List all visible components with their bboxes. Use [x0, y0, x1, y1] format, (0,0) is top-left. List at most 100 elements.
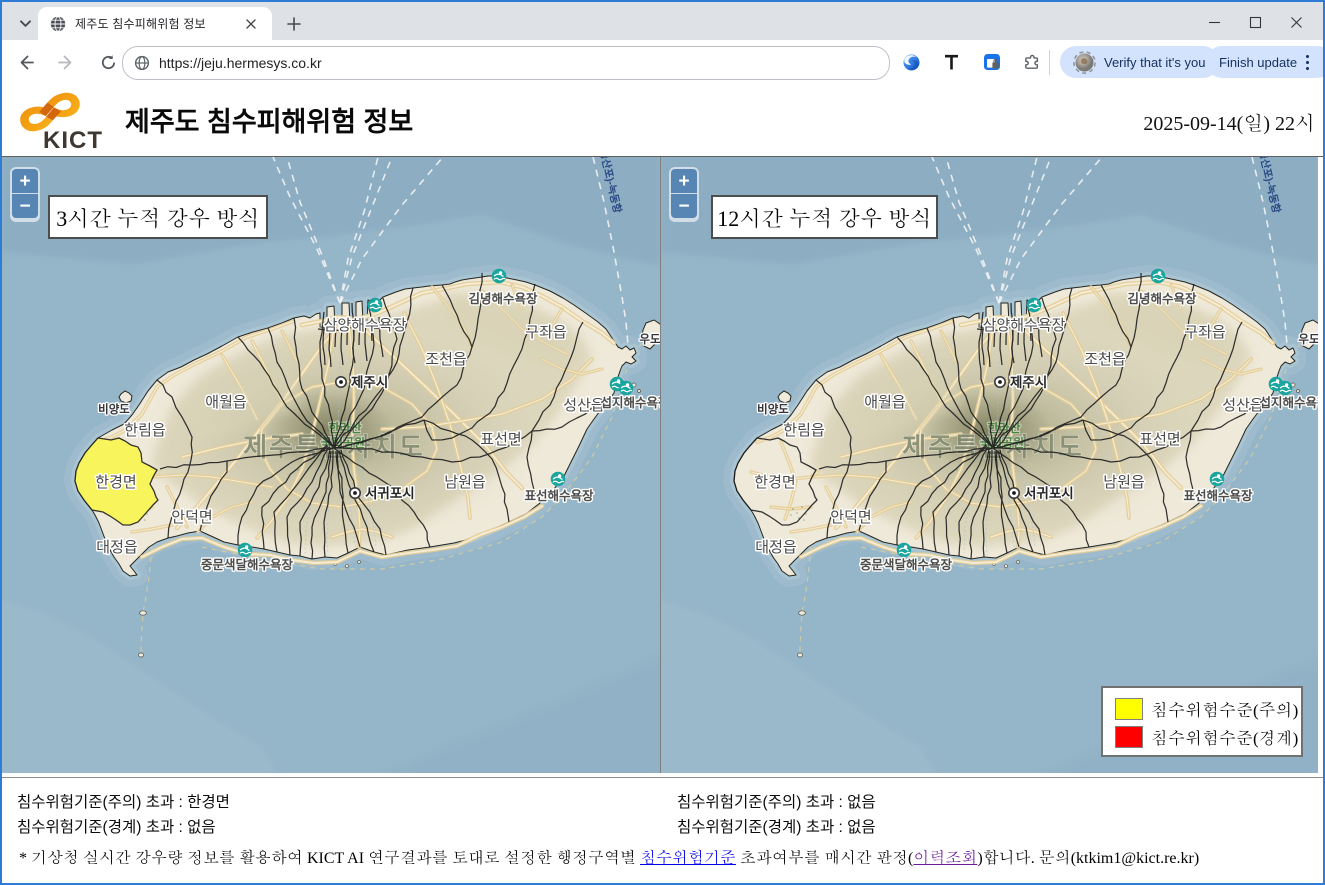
extension-swirl-icon[interactable]: [902, 53, 921, 72]
svg-text:KICT: KICT: [43, 127, 103, 154]
legend-swatch-warning: [1115, 698, 1143, 720]
reload-button-icon[interactable]: [95, 50, 121, 76]
profile-button[interactable]: Verify that it's you: [1060, 46, 1219, 78]
history-link[interactable]: 이력조회: [913, 850, 977, 867]
jeju-map-12hour[interactable]: (성산포)-녹동항 제주특별자치도한라산국립공원한림읍애월읍한경면대정읍안덕면조…: [661, 157, 1318, 773]
browser-tab[interactable]: 제주도 침수피해위험 정보: [38, 7, 272, 40]
district-label: 구좌읍: [525, 324, 566, 341]
map-panel-3hour[interactable]: (성산포)-녹동항 제주특별자치도한라산국립공원한림읍애월읍한경면대정읍안덕면조…: [2, 157, 660, 773]
district-label: 한경면: [754, 474, 795, 491]
back-button-icon[interactable]: [12, 50, 38, 76]
address-bar[interactable]: https://jeju.hermesys.co.kr: [122, 46, 890, 80]
zoom-control: + −: [669, 167, 699, 222]
beach-marker-icon: [1278, 381, 1293, 396]
district-label: 조천읍: [1084, 351, 1125, 368]
finish-update-button[interactable]: Finish update: [1206, 46, 1325, 78]
district-label: 성산읍: [1222, 397, 1263, 414]
island-label: 우도: [639, 333, 660, 346]
beach-marker-icon: [1151, 269, 1166, 284]
district-label: 조천읍: [425, 351, 466, 368]
beach-marker-icon: [238, 543, 253, 558]
tab-close-icon[interactable]: [243, 16, 259, 32]
island-label: 비양도: [757, 402, 789, 416]
legend-label-alert: 침수위험수준(경계): [1151, 725, 1298, 749]
beach-label: 중문색달해수욕장: [860, 557, 953, 572]
tab-search-chevron-icon[interactable]: [12, 10, 39, 37]
beach-label: 표선해수욕장: [524, 488, 594, 503]
status-line: 침수위험기준(주의) 초과 : 한경면: [17, 790, 662, 815]
zoom-out-button[interactable]: −: [12, 194, 38, 218]
city-marker-icon: [995, 377, 1005, 387]
district-label: 대정읍: [96, 539, 137, 556]
map-panel-12hour[interactable]: (성산포)-녹동항 제주특별자치도한라산국립공원한림읍애월읍한경면대정읍안덕면조…: [661, 157, 1318, 773]
finish-update-label: Finish update: [1219, 55, 1297, 70]
browser-toolbar: https://jeju.hermesys.co.kr: [2, 40, 1323, 86]
district-label: 표선면: [1139, 431, 1180, 448]
city-marker-icon: [1009, 488, 1019, 498]
beach-label: 표선해수욕장: [1183, 488, 1253, 503]
zoom-in-button[interactable]: +: [671, 169, 697, 194]
status-right: 침수위험기준(주의) 초과 : 없음 침수위험기준(경계) 초과 : 없음: [662, 790, 1322, 840]
beach-label: 김녕해수욕장: [1127, 291, 1197, 306]
flood-criteria-link[interactable]: 침수위험기준: [640, 850, 736, 867]
footer-text: 초과여부를 매시간 판정(: [736, 850, 913, 867]
beach-marker-icon: [368, 298, 383, 313]
zoom-out-button[interactable]: −: [671, 194, 697, 218]
url-text[interactable]: https://jeju.hermesys.co.kr: [159, 55, 322, 71]
status-line: 침수위험기준(경계) 초과 : 없음: [17, 815, 662, 840]
window-maximize-icon[interactable]: [1249, 16, 1262, 29]
window-controls: [1208, 4, 1315, 40]
city-label: 제주시: [1010, 375, 1047, 390]
zoom-control: + −: [10, 167, 40, 222]
forward-button-icon[interactable]: [53, 50, 79, 76]
district-label: 애월읍: [205, 394, 246, 411]
window-close-icon[interactable]: [1290, 16, 1303, 29]
new-tab-button[interactable]: [283, 13, 304, 34]
district-label: 표선면: [480, 431, 521, 448]
island-label: 비양도: [98, 402, 130, 416]
window-minimize-icon[interactable]: [1208, 16, 1221, 29]
extension-t-icon[interactable]: [942, 53, 961, 72]
extension-lock-icon[interactable]: [982, 53, 1001, 72]
legend-label-warning: 침수위험수준(주의): [1151, 697, 1298, 721]
beach-label: 섭지해수욕장: [1259, 395, 1318, 410]
legend-row-warning: 침수위험수준(주의): [1115, 697, 1298, 721]
site-globe-icon[interactable]: [134, 55, 150, 71]
city-marker-icon: [350, 488, 360, 498]
extensions-puzzle-icon[interactable]: [1022, 53, 1041, 72]
legend-row-alert: 침수위험수준(경계): [1115, 725, 1298, 749]
page-header: KICT 제주도 침수피해위험 정보 2025-09-14(일) 22시: [2, 85, 1323, 156]
page-title: 제주도 침수피해위험 정보: [125, 100, 413, 139]
status-left: 침수위험기준(주의) 초과 : 한경면 침수위험기준(경계) 초과 : 없음: [2, 790, 662, 840]
page-footer: * 기상청 실시간 강우량 정보를 활용하여 KICT AI 연구결과를 토대로…: [2, 845, 1323, 868]
district-label: 구좌읍: [1184, 324, 1225, 341]
beach-marker-icon: [1210, 472, 1225, 487]
city-label: 제주시: [351, 375, 388, 390]
district-label: 한경면: [95, 474, 136, 491]
island-label: 우도: [1298, 333, 1318, 346]
beach-label: 섭지해수욕장: [600, 395, 660, 410]
toolbar-divider: [1049, 50, 1050, 75]
jeju-map-3hour[interactable]: (성산포)-녹동항 제주특별자치도한라산국립공원한림읍애월읍한경면대정읍안덕면조…: [2, 157, 660, 773]
city-label: 서귀포시: [365, 485, 415, 501]
status-section: 침수위험기준(주의) 초과 : 한경면 침수위험기준(경계) 초과 : 없음 침…: [2, 790, 1323, 840]
zoom-in-button[interactable]: +: [12, 169, 38, 194]
district-label: 애월읍: [864, 394, 905, 411]
maps-section: (성산포)-녹동항 제주특별자치도한라산국립공원한림읍애월읍한경면대정읍안덕면조…: [2, 156, 1323, 778]
footer-text: * 기상청 실시간 강우량 정보를 활용하여 KICT AI 연구결과를 토대로…: [19, 850, 640, 867]
beach-label: 김녕해수욕장: [468, 291, 538, 306]
browser-menu-kebab-icon[interactable]: [1306, 55, 1309, 70]
beach-marker-icon: [1027, 298, 1042, 313]
district-label: 안덕면: [171, 509, 212, 526]
profile-button-label: Verify that it's you: [1104, 55, 1205, 70]
footer-text: )합니다. 문의(ktkim1@kict.re.kr): [977, 850, 1199, 867]
page-content: KICT 제주도 침수피해위험 정보 2025-09-14(일) 22시 (성산…: [2, 85, 1323, 881]
extension-icons: [902, 46, 1041, 78]
kict-logo: KICT: [16, 92, 126, 154]
mode-label-12hour: 12시간 누적 강우 방식: [711, 195, 938, 239]
city-marker-icon: [336, 377, 346, 387]
map-legend: 침수위험수준(주의) 침수위험수준(경계): [1101, 686, 1303, 757]
district-label: 성산읍: [563, 397, 604, 414]
district-label: 한림읍: [783, 422, 824, 439]
tab-title: 제주도 침수피해위험 정보: [75, 15, 241, 32]
